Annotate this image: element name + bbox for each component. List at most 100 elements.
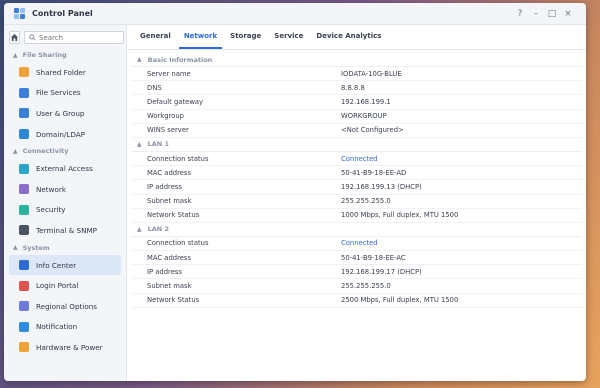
minimize-button[interactable]: –: [528, 9, 544, 19]
tab-bar: General Network Storage Service Device Analy…: [127, 25, 586, 50]
group-basic-information[interactable]: ▲ Basic Information: [131, 53, 582, 67]
sidebar-item-notification[interactable]: Notification: [9, 317, 121, 338]
info-row: IP address 192.168.199.13 (DHCP): [131, 180, 582, 195]
sidebar-item-label: External Access: [36, 164, 93, 174]
section-file-sharing[interactable]: ▲ File Sharing: [9, 48, 121, 62]
sidebar: ▲ File Sharing Shared Folder File Services U…: [4, 25, 127, 381]
house-network-icon: [19, 184, 29, 195]
info-value: 192.168.199.13 (DHCP): [341, 182, 422, 191]
info-row: DNS 8.8.8.8: [131, 81, 582, 96]
info-row: Subnet mask 255.255.255.0: [131, 195, 582, 209]
connection-status-value: Connected: [341, 239, 378, 248]
info-key: Default gateway: [147, 97, 204, 106]
chevron-up-icon: ▲: [137, 140, 142, 148]
info-value: 8.8.8.8: [341, 83, 365, 92]
help-button[interactable]: ?: [512, 9, 528, 19]
notification-icon: [19, 321, 29, 332]
info-icon: [19, 260, 29, 271]
info-row: MAC address 50-41-B9-18-EE-AC: [131, 251, 582, 266]
info-key: IP address: [147, 267, 182, 276]
info-value: WORKGROUP: [341, 112, 387, 121]
globe-icon: [19, 163, 29, 174]
info-key: MAC address: [147, 253, 192, 262]
window-title: Control Panel: [32, 9, 93, 18]
info-row: IP address 192.168.199.17 (DHCP): [131, 265, 582, 280]
chevron-up-icon: ▲: [13, 51, 18, 59]
info-value: 50-41-B9-18-EE-AD: [341, 168, 407, 177]
section-title: System: [22, 243, 50, 252]
tab-storage[interactable]: Storage: [225, 32, 266, 49]
chevron-up-icon: ▲: [137, 56, 142, 63]
info-key: Subnet mask: [147, 197, 192, 206]
info-row: Default gateway 192.168.199.1: [131, 95, 582, 110]
info-value: <Not Configured>: [341, 126, 404, 135]
chevron-up-icon: ▲: [13, 244, 18, 252]
tab-general[interactable]: General: [135, 32, 176, 49]
sidebar-item-label: Domain/LDAP: [36, 129, 85, 139]
login-portal-icon: [19, 280, 29, 291]
bulb-icon: [19, 342, 29, 353]
control-panel-app-icon: [14, 7, 26, 20]
section-title: File Sharing: [22, 51, 67, 59]
sidebar-item-label: Terminal & SNMP: [36, 225, 98, 235]
domain-icon: [19, 129, 29, 140]
sidebar-item-login-portal[interactable]: Login Portal: [9, 275, 121, 296]
info-value: 255.255.255.0: [341, 197, 391, 206]
file-services-icon: [19, 87, 29, 98]
info-value: 2500 Mbps, Full duplex, MTU 1500: [341, 296, 459, 305]
info-key: IP address: [147, 182, 182, 191]
info-value: 192.168.199.17 (DHCP): [341, 267, 422, 276]
tab-device-analytics[interactable]: Device Analytics: [311, 32, 386, 49]
info-value: 192.168.199.1: [341, 97, 391, 106]
info-row: Connection status Connected: [131, 237, 582, 252]
sidebar-item-label: Login Portal: [36, 281, 79, 291]
home-icon: [10, 33, 19, 42]
home-button[interactable]: [9, 31, 20, 44]
group-lan-1[interactable]: ▲ LAN 1: [131, 138, 582, 152]
sidebar-item-label: User & Group: [36, 108, 85, 118]
sidebar-search[interactable]: [24, 31, 124, 44]
info-row: Network Status 1000 Mbps, Full duplex, MT…: [131, 209, 582, 223]
group-title: LAN 2: [147, 225, 170, 234]
sidebar-item-label: Security: [36, 205, 66, 215]
sidebar-item-user-group[interactable]: User & Group: [9, 103, 121, 124]
info-row: Connection status Connected: [131, 152, 582, 167]
sidebar-item-shared-folder[interactable]: Shared Folder: [9, 62, 121, 83]
sidebar-item-label: File Services: [36, 88, 81, 98]
info-row: Server name IODATA-10G-BLUE: [131, 67, 582, 82]
group-lan-2[interactable]: ▲ LAN 2: [131, 223, 582, 237]
info-key: WINS server: [147, 126, 189, 135]
sidebar-item-info-center[interactable]: Info Center: [9, 254, 121, 276]
sidebar-item-domain-ldap[interactable]: Domain/LDAP: [9, 124, 121, 145]
search-input[interactable]: [39, 33, 119, 42]
search-icon: [29, 34, 36, 41]
info-value: 255.255.255.0: [341, 282, 391, 291]
section-connectivity[interactable]: ▲ Connectivity: [9, 144, 121, 158]
info-row: WINS server <Not Configured>: [131, 124, 582, 138]
main-panel: General Network Storage Service Device Analy…: [127, 25, 586, 381]
sidebar-item-external-access[interactable]: External Access: [9, 158, 121, 179]
info-row: Workgroup WORKGROUP: [131, 110, 582, 124]
close-button[interactable]: ×: [560, 9, 576, 19]
info-value: 50-41-B9-18-EE-AC: [341, 253, 406, 262]
sidebar-item-network[interactable]: Network: [9, 179, 121, 200]
sidebar-item-label: Notification: [36, 322, 78, 332]
info-key: DNS: [147, 83, 162, 92]
sidebar-item-file-services[interactable]: File Services: [9, 83, 121, 104]
info-content: ▲ Basic Information Server name IODATA-10G-…: [127, 50, 586, 308]
tab-service[interactable]: Service: [269, 32, 308, 49]
section-system[interactable]: ▲ System: [9, 241, 121, 255]
sidebar-item-label: Shared Folder: [36, 67, 86, 77]
sidebar-item-hardware-power[interactable]: Hardware & Power: [9, 337, 121, 358]
info-value: 1000 Mbps, Full duplex, MTU 1500: [341, 211, 459, 220]
info-key: Connection status: [147, 239, 209, 248]
sidebar-item-terminal-snmp[interactable]: Terminal & SNMP: [9, 220, 121, 241]
info-key: Connection status: [147, 154, 209, 163]
sidebar-item-label: Info Center: [36, 260, 77, 270]
maximize-button[interactable]: □: [544, 9, 560, 19]
sidebar-item-label: Regional Options: [36, 301, 98, 311]
sidebar-item-regional-options[interactable]: Regional Options: [9, 296, 121, 317]
tab-network[interactable]: Network: [178, 32, 223, 49]
sidebar-item-security[interactable]: Security: [9, 200, 121, 221]
info-row: Subnet mask 255.255.255.0: [131, 279, 582, 294]
